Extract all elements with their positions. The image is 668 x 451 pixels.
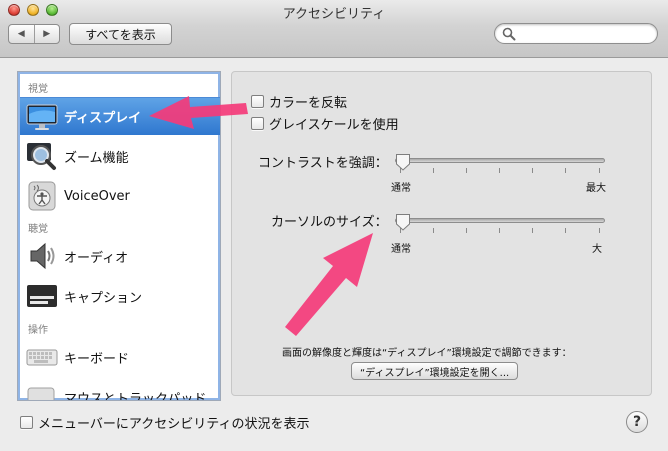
contrast-slider-thumb[interactable] xyxy=(395,153,411,171)
contrast-min-label: 通常 xyxy=(391,183,411,194)
forward-button[interactable]: ▶ xyxy=(33,25,60,43)
cursor-size-slider-ticks xyxy=(400,228,600,234)
cursor-size-min-label: 通常 xyxy=(391,244,411,255)
contrast-label: コントラストを強調： xyxy=(258,156,388,171)
invert-colors-option[interactable]: カラーを反転 xyxy=(251,92,347,111)
voiceover-icon xyxy=(28,181,56,211)
sidebar-item-voiceover[interactable]: VoiceOver xyxy=(20,177,220,215)
keyboard-icon xyxy=(26,349,58,366)
grayscale-option[interactable]: グレイスケールを使用 xyxy=(251,114,399,133)
sidebar-item-zoom[interactable]: ズーム機能 xyxy=(20,137,220,175)
zoom-icon xyxy=(27,143,56,170)
mouse-icon xyxy=(27,387,55,400)
invert-colors-label: カラーを反転 xyxy=(269,96,348,111)
sidebar-item-keyboard[interactable]: キーボード xyxy=(20,338,220,376)
category-sidebar[interactable]: 視覚 ディスプレイ ズーム機能 VoiceOver 聴覚 オーディオ キャプショ… xyxy=(17,71,221,401)
invert-colors-checkbox[interactable] xyxy=(251,95,264,108)
sidebar-item-mouse-trackpad[interactable]: マウスとトラックパッド xyxy=(20,378,220,401)
window-titlebar: アクセシビリティ ◀ ▶ すべてを表示 xyxy=(0,0,668,58)
search-input[interactable] xyxy=(517,26,651,41)
contrast-slider-track[interactable] xyxy=(395,158,605,163)
grayscale-label: グレイスケールを使用 xyxy=(269,118,399,133)
cursor-size-slider-track[interactable] xyxy=(395,218,605,223)
cursor-size-label: カーソルのサイズ： xyxy=(271,215,388,230)
sidebar-item-label: マウスとトラックパッド xyxy=(64,391,207,401)
section-head-hearing: 聴覚 xyxy=(28,224,48,235)
chevron-left-icon: ◀ xyxy=(17,29,25,39)
cursor-size-max-label: 大 xyxy=(592,244,602,255)
search-icon xyxy=(502,27,516,41)
cursor-size-slider-thumb[interactable] xyxy=(395,213,411,231)
back-forward-control: ◀ ▶ xyxy=(8,24,60,44)
sidebar-item-captions[interactable]: キャプション xyxy=(20,277,220,315)
sidebar-item-label: キャプション xyxy=(64,290,143,306)
menubar-status-option[interactable]: メニューバーにアクセシビリティの状況を表示 xyxy=(20,413,309,432)
display-prefs-info-text: 画面の解像度と輝度は“ディスプレイ”環境設定で調節できます： xyxy=(282,348,572,359)
back-button[interactable]: ◀ xyxy=(9,25,34,43)
display-icon xyxy=(26,104,58,130)
show-all-button[interactable]: すべてを表示 xyxy=(69,23,172,45)
contrast-max-label: 最大 xyxy=(586,183,606,194)
sidebar-item-display[interactable]: ディスプレイ xyxy=(20,97,220,135)
search-field[interactable] xyxy=(494,23,658,44)
sidebar-item-audio[interactable]: オーディオ xyxy=(20,237,220,275)
open-display-prefs-button[interactable]: “ディスプレイ”環境設定を開く... xyxy=(351,362,519,380)
contrast-slider-ticks xyxy=(400,168,600,174)
sidebar-item-label: ズーム機能 xyxy=(64,150,129,166)
caption-icon xyxy=(27,285,57,307)
help-button[interactable]: ? xyxy=(626,411,648,433)
section-head-interaction: 操作 xyxy=(28,325,48,336)
sidebar-item-label: キーボード xyxy=(64,351,130,367)
menubar-status-checkbox[interactable] xyxy=(20,416,33,429)
sidebar-item-label: ディスプレイ xyxy=(64,111,142,126)
speaker-icon xyxy=(30,242,55,270)
sidebar-item-label: VoiceOver xyxy=(64,188,130,204)
sidebar-item-label: オーディオ xyxy=(64,250,129,266)
menubar-status-label: メニューバーにアクセシビリティの状況を表示 xyxy=(38,417,310,432)
window-title: アクセシビリティ xyxy=(282,7,386,22)
chevron-right-icon: ▶ xyxy=(43,29,51,39)
grayscale-checkbox[interactable] xyxy=(251,117,264,130)
section-head-vision: 視覚 xyxy=(28,84,48,95)
